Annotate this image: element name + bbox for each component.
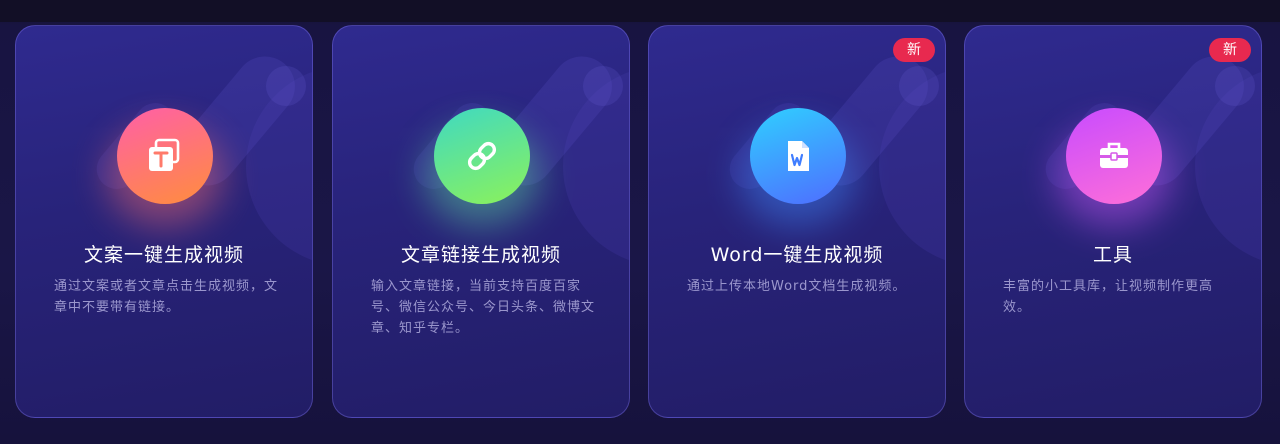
new-badge: 新 (893, 38, 935, 62)
card-copy-to-video[interactable]: 文案一键生成视频 通过文案或者文章点击生成视频，文章中不要带有链接。 (15, 25, 313, 418)
card-title: 工具 (1092, 244, 1133, 266)
card-description: 通过文案或者文章点击生成视频，文章中不要带有链接。 (54, 279, 279, 315)
word-document-icon (750, 108, 846, 204)
new-badge: 新 (1209, 38, 1251, 62)
card-description: 通过上传本地Word文档生成视频。 (687, 279, 907, 294)
text-t-icon (117, 108, 213, 204)
card-tools[interactable]: 新 工具 丰富的小工具库，让视频制作更高效。 (964, 25, 1262, 418)
link-icon (434, 108, 530, 204)
card-link-to-video[interactable]: 文章链接生成视频 输入文章链接，当前支持百度百家号、微信公众号、今日头条、微博文… (332, 25, 630, 418)
page: 文案一键生成视频 通过文案或者文章点击生成视频，文章中不要带有链接。 文章链接生… (0, 0, 1280, 444)
card-description: 丰富的小工具库，让视频制作更高效。 (1003, 279, 1214, 315)
card-title: 文章链接生成视频 (400, 244, 561, 266)
card-title: 文案一键生成视频 (83, 244, 244, 266)
card-title: Word一键生成视频 (710, 244, 884, 266)
top-bar (0, 0, 1280, 22)
card-description: 输入文章链接，当前支持百度百家号、微信公众号、今日头条、微博文章、知乎专栏。 (371, 279, 596, 336)
card-word-to-video[interactable]: 新 Word一键生成视频 通过上传本地Word文档生成视频。 (648, 25, 946, 418)
toolbox-icon (1066, 108, 1162, 204)
